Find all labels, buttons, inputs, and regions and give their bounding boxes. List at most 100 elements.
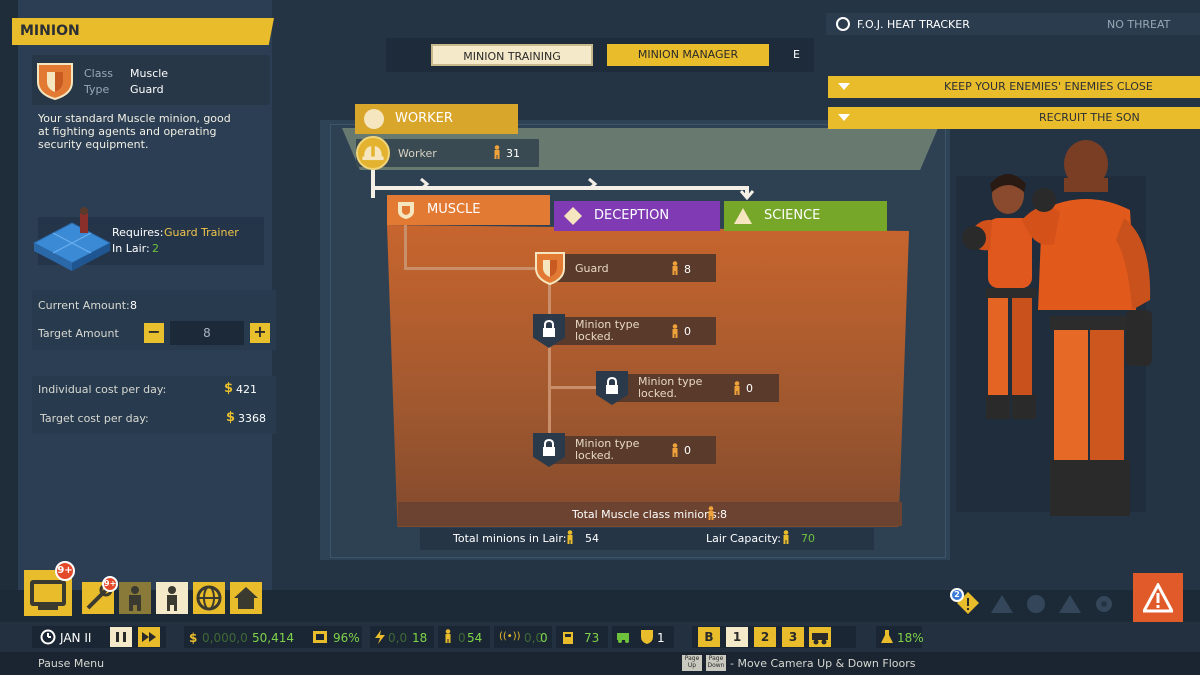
tab-hotkey-hint: E (793, 48, 800, 61)
guard-minions-portrait (962, 140, 1152, 516)
minion-description: Your standard Muscle minion, good at fig… (38, 112, 231, 151)
home-icon (234, 587, 258, 609)
class-label: Class (84, 67, 113, 80)
minion-count-icon (783, 530, 789, 544)
minion-count-icon (445, 629, 451, 643)
rooms-value: 1 (657, 631, 665, 645)
increase-target-button[interactable]: + (250, 323, 270, 343)
requires-value: Guard Trainer (164, 226, 239, 239)
lair-total-value: 54 (585, 532, 599, 545)
notification-badge: 9+ (55, 561, 75, 581)
tree-connector (548, 280, 551, 450)
arrow-right-icon (588, 178, 598, 190)
minion-count-icon (672, 261, 678, 275)
clock-icon (40, 629, 56, 645)
locked-node-count: 0 (684, 325, 691, 338)
chevron-down-icon (838, 114, 850, 121)
class-value: Muscle (130, 67, 169, 80)
dollar-icon: $ (226, 410, 236, 425)
game-date: JAN II (60, 631, 92, 645)
objective-label: RECRUIT THE SON (1039, 111, 1140, 124)
muscle-shield-icon (37, 63, 73, 100)
locked-node-name: Minion type locked. (575, 437, 640, 462)
warning-icon (1143, 583, 1173, 613)
lair-total-label: Total minions in Lair: (453, 532, 567, 545)
arrow-down-icon (740, 190, 754, 201)
objective-item[interactable]: RECRUIT THE SON (828, 107, 1200, 129)
floor-3-button[interactable]: 3 (782, 627, 804, 647)
guard-node-count: 8 (684, 263, 691, 276)
in-lair-value: 2 (152, 242, 159, 255)
vehicle-icon (617, 633, 629, 643)
minion-count-icon (672, 443, 678, 457)
footer-bar (0, 652, 1200, 675)
worker-name: Worker (398, 147, 437, 160)
tree-connector (404, 225, 407, 270)
money-leading-zeros: 0,000,0 (202, 631, 248, 645)
locked-node-count: 0 (684, 444, 691, 457)
gear-icon[interactable] (1092, 594, 1116, 614)
minion-count-icon (494, 145, 500, 159)
requires-label: Requires: (112, 226, 164, 239)
current-amount-value: 8 (130, 299, 137, 312)
floor-1-button[interactable]: 1 (726, 627, 748, 647)
lair-capacity-value: 70 (801, 532, 815, 545)
locked-node-name: Minion type locked. (638, 375, 703, 400)
alert-icon[interactable] (990, 594, 1014, 614)
minions-button[interactable] (119, 582, 151, 614)
current-amount-label: Current Amount: (38, 299, 130, 312)
dollar-icon: $ (224, 381, 234, 396)
target-amount-field[interactable]: 8 (170, 321, 244, 345)
minion-manager-button[interactable] (156, 582, 188, 614)
signal-value: 0 (540, 631, 548, 645)
type-value: Guard (130, 83, 164, 96)
minions-leading-zeros: 0 (458, 631, 466, 645)
padlock-icon (606, 377, 618, 394)
tree-connector (404, 267, 544, 270)
guard-room-tile-icon (32, 207, 112, 271)
person-icon (167, 586, 177, 611)
pause-icon (116, 632, 126, 642)
worker-count: 31 (506, 147, 520, 160)
minion-count-icon (708, 506, 714, 520)
type-label: Type (84, 83, 110, 96)
chevron-down-icon (838, 83, 850, 90)
objective-item[interactable]: KEEP YOUR ENEMIES' ENEMIES CLOSE (828, 76, 1200, 98)
vehicle-icon (812, 633, 828, 645)
decrease-target-button[interactable]: − (144, 323, 164, 343)
target-cost-value: 3368 (238, 412, 266, 425)
target-cost-label: Target cost per day: (40, 412, 149, 425)
flask-icon (881, 630, 893, 643)
target-amount-label: Target Amount (38, 327, 119, 340)
fast-forward-button[interactable] (138, 627, 160, 647)
locked-node-name: Minion type locked. (575, 318, 640, 343)
guard-node-name: Guard (575, 262, 609, 275)
alert-icon[interactable] (1058, 594, 1082, 614)
total-muscle-label: Total Muscle class minions: (572, 508, 721, 521)
camera-hint: - Move Camera Up & Down Floors (730, 657, 916, 670)
lair-button[interactable] (230, 582, 262, 614)
world-view-button[interactable] (809, 627, 831, 647)
floor-2-button[interactable]: 2 (754, 627, 776, 647)
padlock-icon (543, 320, 555, 337)
tab-minion-manager[interactable]: MINION MANAGER (607, 44, 769, 66)
guard-shield-icon (535, 252, 565, 286)
individual-cost-label: Individual cost per day: (38, 383, 167, 396)
notification-badge: 2 (950, 588, 964, 602)
pause-menu-link[interactable]: Pause Menu (38, 657, 104, 670)
hardhat-icon (356, 136, 390, 170)
minion-figure-icon (129, 586, 141, 611)
in-lair-label: In Lair: (112, 242, 150, 255)
world-map-button[interactable] (193, 582, 225, 614)
heat-status: NO THREAT (1107, 18, 1171, 31)
eye-icon (836, 17, 850, 31)
pause-button[interactable] (110, 627, 132, 647)
tab-minion-training[interactable]: MINION TRAINING (431, 44, 593, 66)
efficiency-icon (313, 631, 327, 643)
shield-icon (641, 630, 653, 644)
power-leading-zeros: 0,0 (388, 631, 408, 645)
diamond-icon (564, 207, 582, 225)
money-value: 50,414 (252, 631, 294, 645)
globe-icon[interactable] (1024, 594, 1048, 614)
floor-b-button[interactable]: B (698, 627, 720, 647)
